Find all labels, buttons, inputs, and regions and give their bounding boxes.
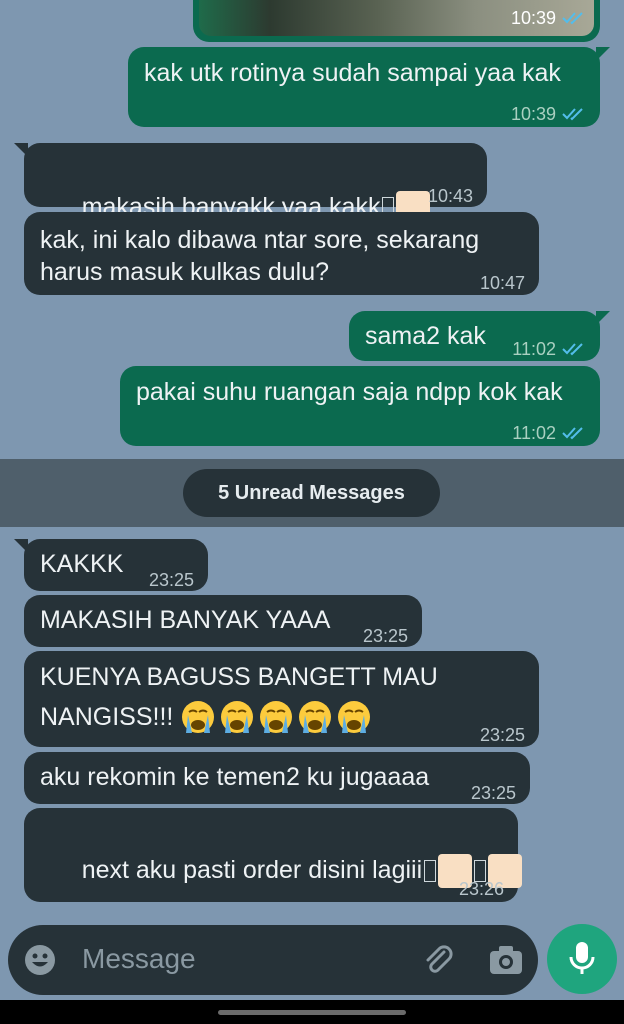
camera-icon[interactable] — [489, 945, 523, 975]
message-incoming[interactable]: KUENYA BAGUSS BANGETT MAU NANGISS!!! 23:… — [24, 651, 539, 747]
message-incoming[interactable]: next aku pasti order disini lagiii 23:26 — [24, 808, 523, 902]
message-text: next aku pasti order disini lagiii — [81, 856, 423, 884]
double-check-icon — [562, 427, 583, 440]
chat-area[interactable]: 10:39 kak utk rotinya sudah sampai yaa k… — [0, 0, 624, 1024]
message-content: kak, ini kalo dibawa ntar sore, sekarang… — [40, 224, 479, 288]
voice-record-button[interactable] — [547, 924, 617, 994]
message-text: sama2 kak — [365, 322, 486, 350]
message-incoming[interactable]: kak, ini kalo dibawa ntar sore, sekarang… — [24, 212, 539, 295]
message-incoming[interactable]: KAKKK 23:25 — [14, 539, 208, 591]
message-time: 11:02 — [512, 423, 556, 443]
message-text-line: kak, ini kalo dibawa ntar sore, sekarang — [40, 226, 480, 254]
crying-face-emoji — [221, 701, 254, 733]
message-time: 23:25 — [362, 626, 408, 646]
message-outgoing[interactable]: kak utk rotinya sudah sampai yaa kak 10:… — [128, 47, 610, 127]
message-time: 23:26 — [458, 879, 504, 899]
double-check-icon — [562, 108, 583, 121]
missing-glyph — [424, 860, 437, 883]
message-text-line: NANGISS!!! — [40, 703, 174, 731]
crying-face-emoji — [299, 701, 332, 733]
message-incoming[interactable]: aku rekomin ke temen2 ku jugaaaa 23:25 — [24, 752, 530, 804]
message-text-line: harus masuk kulkas dulu? — [40, 258, 330, 286]
message-outgoing[interactable]: pakai suhu ruangan saja ndpp kok kak 11:… — [120, 366, 600, 446]
home-gesture-handle[interactable] — [218, 1010, 406, 1015]
message-text: aku rekomin ke temen2 ku jugaaaa — [40, 763, 430, 791]
message-text: pakai suhu ruangan saja ndpp kok kak — [136, 378, 563, 406]
message-input[interactable]: Message — [82, 943, 196, 975]
message-time: 10:43 — [427, 186, 473, 206]
message-time: 10:47 — [479, 273, 525, 293]
message-time: 11:02 — [512, 339, 556, 359]
mic-icon — [569, 942, 595, 974]
media-message[interactable]: 10:39 — [193, 0, 600, 42]
emoji-icon[interactable] — [24, 944, 56, 976]
message-outgoing[interactable]: sama2 kak 11:02 — [349, 311, 610, 361]
message-time: 23:25 — [148, 570, 194, 590]
attach-icon[interactable] — [420, 942, 456, 978]
message-time: 10:39 — [510, 8, 556, 28]
double-check-icon — [562, 343, 583, 356]
message-incoming[interactable]: makasih banyakk yaa kakk 10:43 — [14, 143, 487, 226]
message-text-line: KUENYA BAGUSS BANGETT MAU — [40, 663, 438, 691]
message-text: MAKASIH BANYAK YAAA — [40, 606, 331, 634]
double-check-icon — [562, 12, 583, 25]
message-composer[interactable]: Message — [8, 925, 538, 995]
message-content: next aku pasti order disini lagiii — [40, 822, 523, 920]
message-time: 23:25 — [470, 783, 516, 803]
crying-face-emoji — [260, 701, 293, 733]
message-text: kak utk rotinya sudah sampai yaa kak — [144, 59, 561, 87]
message-text: KAKKK — [40, 550, 124, 578]
crying-face-emoji — [338, 701, 371, 733]
message-content: NANGISS!!! — [40, 699, 375, 735]
message-time: 23:25 — [479, 725, 525, 745]
message-time: 10:39 — [510, 104, 556, 124]
crying-face-emoji — [182, 701, 215, 733]
message-incoming[interactable]: MAKASIH BANYAK YAAA 23:25 — [24, 595, 422, 647]
unread-messages-label: 5 Unread Messages — [183, 469, 440, 517]
